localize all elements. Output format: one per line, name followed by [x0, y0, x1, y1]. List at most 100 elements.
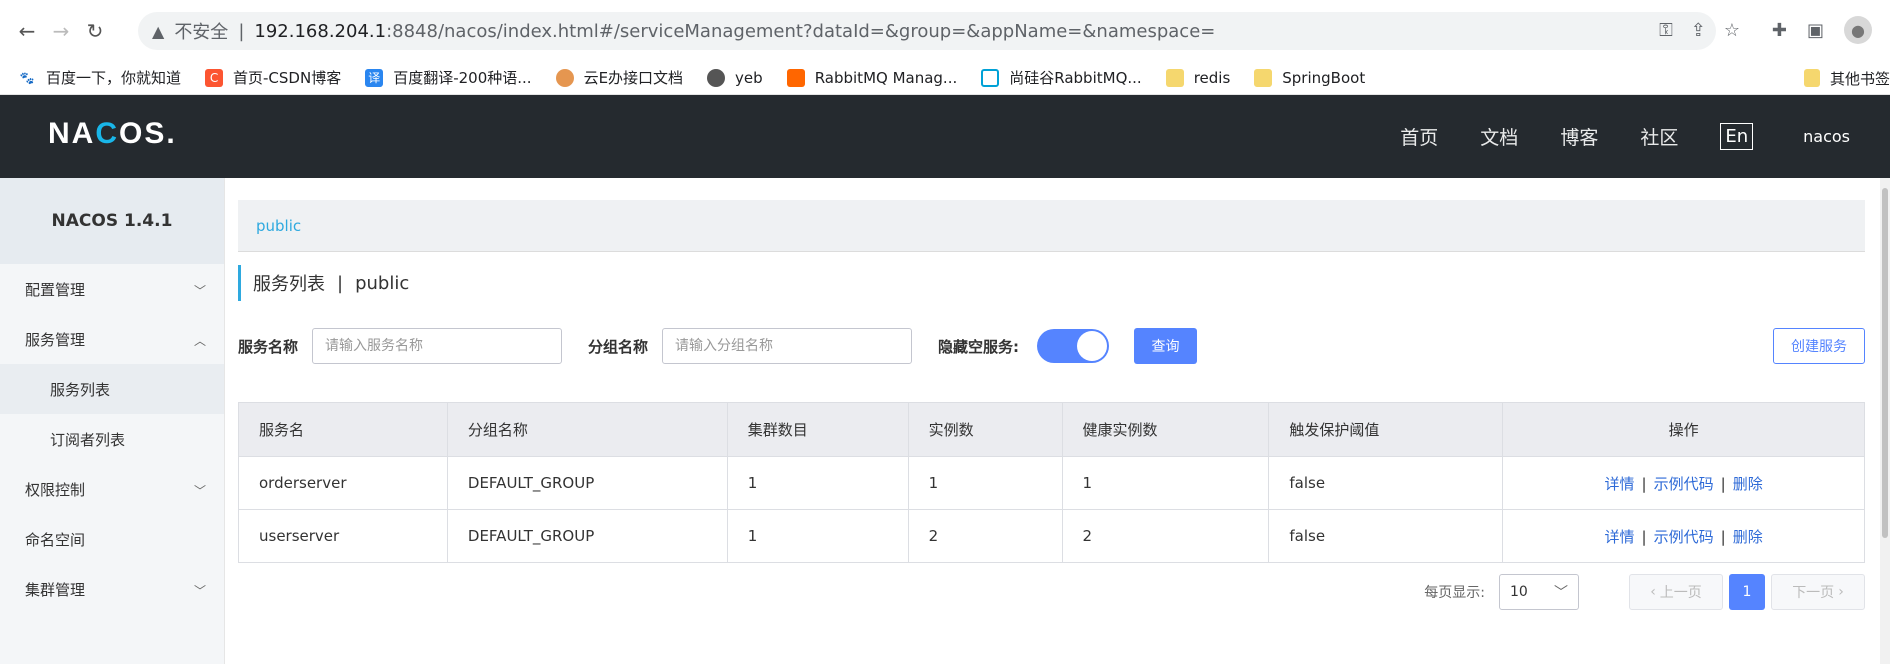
- query-button[interactable]: 查询: [1134, 328, 1198, 364]
- group-name-input[interactable]: [662, 328, 913, 364]
- bookmarks-bar: 🐾 百度一下，你就知道 C 首页-CSDN博客 译百度翻译-200种语... 云E办…: [0, 61, 1890, 95]
- nav-docs[interactable]: 文档: [1480, 123, 1518, 150]
- detail-link[interactable]: 详情: [1605, 528, 1635, 546]
- table-row: orderserver DEFAULT_GROUP 1 1 1 false 详情…: [238, 456, 1865, 510]
- chevron-down-icon: ﹀: [1554, 585, 1568, 601]
- bookmark-item[interactable]: RabbitMQ Manag...: [786, 68, 957, 87]
- sidebar: NACOS 1.4.1 配置管理 ﹀ 服务管理 ︿ 服务列表 订阅者列表 权限控制 ﹀…: [0, 178, 225, 664]
- col-operations: 操作: [1502, 402, 1865, 457]
- create-service-button[interactable]: 创建服务: [1773, 328, 1865, 364]
- user-menu[interactable]: nacos: [1803, 127, 1850, 146]
- key-icon[interactable]: ⚿: [1659, 20, 1673, 41]
- col-instance-count: 实例数: [907, 402, 1063, 457]
- service-table: 服务名 分组名称 集群数目 实例数 健康实例数 触发保护阈值 操作 orders…: [238, 402, 1865, 563]
- chevron-left-icon: ‹: [1650, 584, 1656, 600]
- extensions-icon[interactable]: ✚: [1772, 20, 1787, 41]
- sample-code-link[interactable]: 示例代码: [1654, 475, 1714, 493]
- service-name-input[interactable]: [312, 328, 563, 364]
- hide-empty-label: 隐藏空服务:: [938, 337, 1020, 356]
- cell-cluster-count: 1: [726, 509, 909, 563]
- bookmark-item[interactable]: SpringBoot: [1254, 68, 1365, 87]
- bookmark-item[interactable]: yeb: [707, 68, 763, 87]
- group-name-label: 分组名称: [588, 337, 649, 356]
- nacos-logo[interactable]: NACOS.: [48, 117, 177, 151]
- per-page-select[interactable]: 10 ﹀: [1499, 574, 1579, 610]
- cell-operations: 详情 | 示例代码 | 删除: [1502, 456, 1865, 510]
- url-host: 192.168.204.1: [254, 20, 387, 42]
- rabbitmq-icon: [786, 68, 805, 87]
- sidebar-item-auth[interactable]: 权限控制 ﹀: [0, 464, 224, 514]
- cell-cluster-count: 1: [726, 456, 909, 510]
- chevron-right-icon: ›: [1838, 584, 1844, 600]
- bookmark-item[interactable]: 🐾 百度一下，你就知道: [18, 67, 182, 88]
- nav-blog[interactable]: 博客: [1560, 123, 1598, 150]
- page-title: 服务列表 | public: [238, 265, 409, 301]
- warning-icon: ▲: [152, 21, 165, 41]
- version-label: NACOS 1.4.1: [0, 178, 224, 264]
- pagination: 每页显示: 10 ﹀ ‹ 上一页 1 下一页 ›: [1424, 574, 1865, 610]
- sidebar-item-namespace[interactable]: 命名空间: [0, 514, 224, 564]
- scrollbar-thumb[interactable]: [1882, 188, 1888, 538]
- other-bookmarks[interactable]: 其他书签: [1803, 61, 1890, 95]
- share-icon[interactable]: ⇪: [1691, 20, 1706, 41]
- csdn-icon: C: [205, 68, 224, 87]
- col-cluster-count: 集群数目: [726, 402, 909, 457]
- back-icon[interactable]: ←: [14, 18, 40, 44]
- namespace-bar: public: [238, 200, 1865, 252]
- bookmark-item[interactable]: redis: [1165, 68, 1230, 87]
- prev-page-button[interactable]: ‹ 上一页: [1629, 574, 1723, 610]
- service-name-label: 服务名称: [238, 337, 299, 356]
- detail-link[interactable]: 详情: [1605, 475, 1635, 493]
- profile-avatar[interactable]: ●: [1844, 16, 1872, 44]
- bilibili-icon: [981, 68, 1000, 87]
- globe-icon: [707, 68, 726, 87]
- star-icon[interactable]: ☆: [1724, 20, 1740, 41]
- sidebar-item-cluster[interactable]: 集群管理 ﹀: [0, 564, 224, 614]
- page-1-button[interactable]: 1: [1729, 574, 1765, 610]
- cell-healthy-count: 2: [1061, 509, 1270, 563]
- filter-bar: 服务名称 分组名称 隐藏空服务: 查询 创建服务: [238, 328, 1865, 364]
- page-scrollbar[interactable]: [1880, 178, 1890, 664]
- namespace-tab-public[interactable]: public: [256, 217, 301, 235]
- col-group-name: 分组名称: [446, 402, 728, 457]
- hide-empty-toggle[interactable]: [1037, 329, 1110, 363]
- language-toggle[interactable]: En: [1720, 123, 1754, 150]
- cell-instance-count: 2: [907, 509, 1063, 563]
- chevron-down-icon: ﹀: [193, 584, 206, 598]
- nav-community[interactable]: 社区: [1640, 123, 1678, 150]
- bookmark-item[interactable]: 云E办接口文档: [555, 67, 683, 88]
- sidebar-item-service-list[interactable]: 服务列表: [0, 364, 224, 414]
- translate-icon: 译: [365, 68, 384, 87]
- reload-icon[interactable]: ↻: [82, 18, 108, 44]
- bookmark-item[interactable]: 尚硅谷RabbitMQ...: [981, 67, 1142, 88]
- sidebar-item-service[interactable]: 服务管理 ︿: [0, 314, 224, 364]
- url-path: :8848/nacos/index.html#/serviceManagemen…: [386, 20, 1216, 42]
- cell-operations: 详情 | 示例代码 | 删除: [1502, 509, 1865, 563]
- table-row: userserver DEFAULT_GROUP 1 2 2 false 详情 |…: [238, 509, 1865, 563]
- sidebar-item-subscribers[interactable]: 订阅者列表: [0, 414, 224, 464]
- address-bar[interactable]: ▲ 不安全 | 192.168.204.1:8848/nacos/index.h…: [138, 12, 1716, 50]
- chevron-up-icon: ︿: [193, 334, 206, 348]
- side-panel-icon[interactable]: ▣: [1807, 20, 1824, 41]
- next-page-button[interactable]: 下一页 ›: [1771, 574, 1865, 610]
- chevron-down-icon: ﹀: [193, 284, 206, 298]
- table-header-row: 服务名 分组名称 集群数目 实例数 健康实例数 触发保护阈值 操作: [238, 402, 1865, 457]
- cell-protect-threshold: false: [1268, 456, 1504, 510]
- cell-protect-threshold: false: [1268, 509, 1504, 563]
- cell-group-name: DEFAULT_GROUP: [446, 509, 728, 563]
- col-service-name: 服务名: [238, 402, 448, 457]
- bookmark-item[interactable]: C 首页-CSDN博客: [205, 67, 341, 88]
- per-page-label: 每页显示:: [1424, 585, 1485, 601]
- baidu-icon: 🐾: [19, 70, 35, 85]
- sidebar-item-config[interactable]: 配置管理 ﹀: [0, 264, 224, 314]
- forward-icon[interactable]: →: [48, 18, 74, 44]
- folder-icon: [1165, 68, 1184, 87]
- nav-home[interactable]: 首页: [1400, 123, 1438, 150]
- sample-code-link[interactable]: 示例代码: [1654, 528, 1714, 546]
- cell-instance-count: 1: [907, 456, 1063, 510]
- browser-toolbar: ← → ↻ ▲ 不安全 | 192.168.204.1:8848/nacos/i…: [0, 0, 1890, 61]
- cell-healthy-count: 1: [1061, 456, 1270, 510]
- delete-link[interactable]: 删除: [1733, 475, 1763, 493]
- bookmark-item[interactable]: 译百度翻译-200种语...: [365, 67, 532, 88]
- delete-link[interactable]: 删除: [1733, 528, 1763, 546]
